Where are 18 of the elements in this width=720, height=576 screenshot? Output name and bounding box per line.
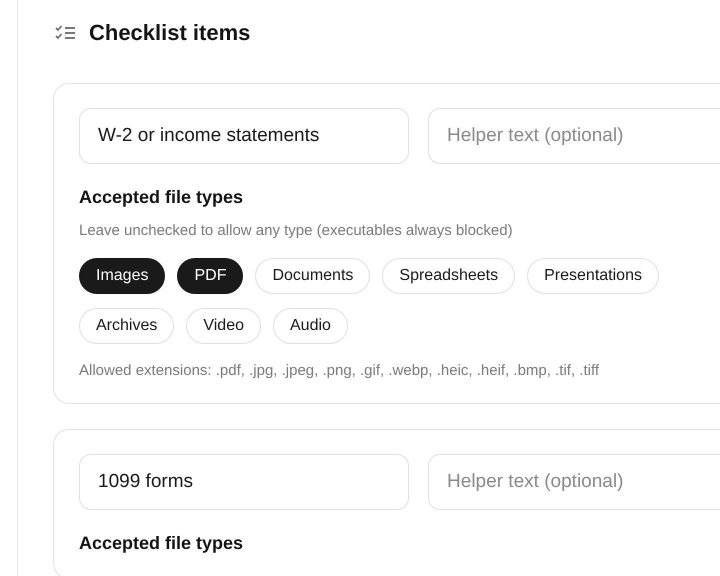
file-type-chip[interactable]: Video [186,308,261,344]
file-types-hint: Leave unchecked to allow any type (executables always blocked) [79,222,514,239]
file-type-chip[interactable]: Archives [79,308,174,344]
section-title: Checklist items [89,20,250,46]
item-name-field[interactable]: 1099 forms [79,454,410,510]
allowed-extensions-text: Allowed extensions: .pdf, .jpg, .jpeg, .png, .gif, .webp, .heic, .heif, .bmp, .tif, .tiff [79,362,600,379]
helper-text-field[interactable]: Helper text (optional) [428,108,720,164]
checklist-icon [55,25,76,41]
accepted-file-types-label: Accepted file types [79,187,244,208]
helper-text-field[interactable]: Helper text (optional) [428,454,720,510]
file-type-chip[interactable]: PDF [177,258,244,294]
accepted-file-types-label: Accepted file types [79,533,244,554]
file-type-chip[interactable]: Documents [255,258,370,294]
file-type-chip[interactable]: Presentations [527,258,659,294]
file-type-chip[interactable]: Audio [273,308,348,344]
file-type-chip[interactable]: Images [79,258,166,294]
file-type-chip[interactable]: Spreadsheets [382,258,516,294]
item-name-field[interactable]: W-2 or income statements [79,108,410,164]
